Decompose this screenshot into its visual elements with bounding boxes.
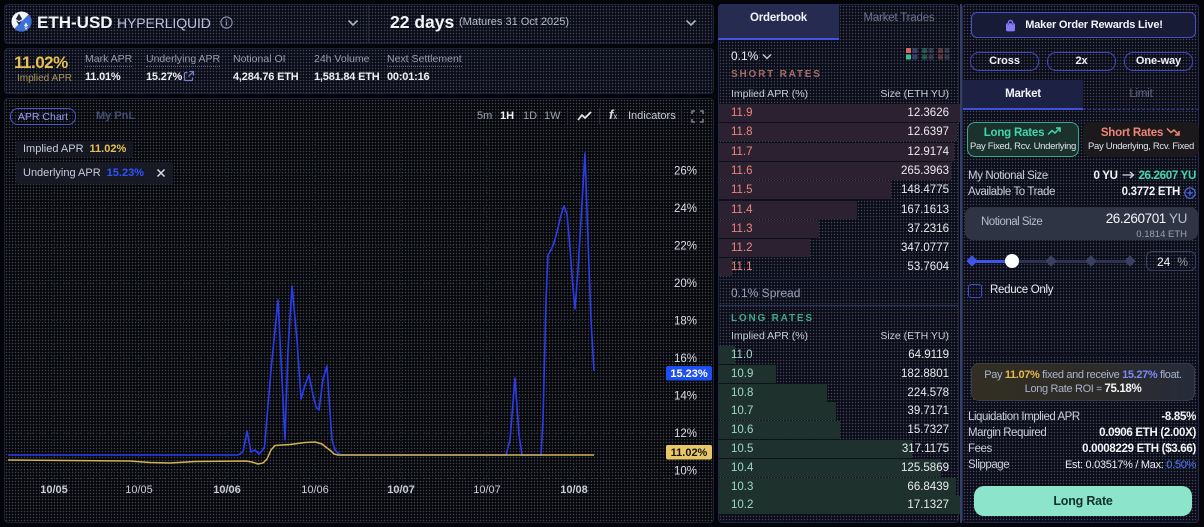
svg-text:24%: 24% [674, 203, 697, 215]
svg-text:10/08: 10/08 [560, 484, 588, 496]
svg-text:11.02%: 11.02% [671, 447, 708, 459]
svg-text:16%: 16% [674, 353, 697, 365]
svg-text:10/07: 10/07 [387, 484, 415, 496]
svg-text:15.23%: 15.23% [670, 368, 708, 380]
svg-text:10/05: 10/05 [125, 484, 153, 496]
svg-text:18%: 18% [674, 316, 697, 328]
svg-text:20%: 20% [674, 278, 697, 290]
svg-text:14%: 14% [674, 391, 697, 403]
svg-text:26%: 26% [674, 166, 697, 178]
svg-text:10/06: 10/06 [301, 484, 329, 496]
svg-text:22%: 22% [674, 241, 697, 253]
svg-text:10/06: 10/06 [213, 484, 241, 496]
svg-text:10/05: 10/05 [40, 484, 68, 496]
svg-text:10%: 10% [674, 466, 697, 478]
svg-text:12%: 12% [674, 428, 697, 440]
svg-text:10/07: 10/07 [473, 484, 501, 496]
